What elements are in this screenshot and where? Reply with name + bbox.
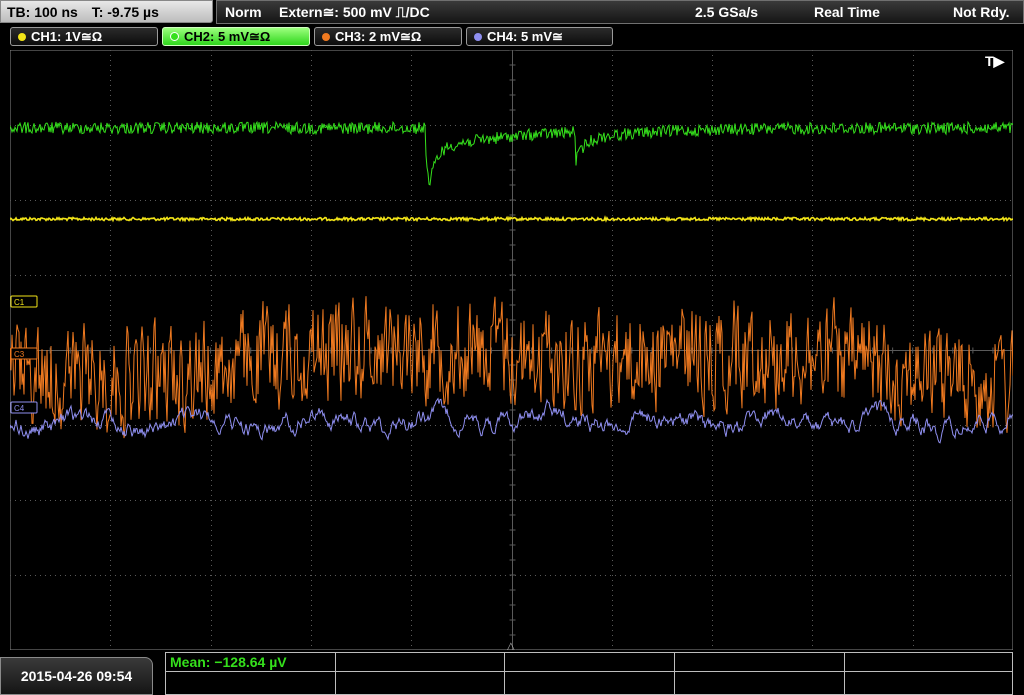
mean-measurement: Mean: −128.64 µV [170,654,287,670]
channel-bar: CH1: 1V≅Ω CH2: 5 mV≅Ω CH3: 2 mV≅Ω CH4: 5… [0,26,1024,48]
trigger-status: Not Rdy. [953,4,1010,20]
timestamp: 2015-04-26 09:54 [20,668,133,684]
timestamp-box: 2015-04-26 09:54 [0,657,153,695]
channel-3-marker-label: C3 [14,350,25,359]
channel-3-label: CH3: 2 mV≅Ω [335,29,422,44]
trigger-marker[interactable]: T▶ [985,53,1006,69]
channel-1-label: CH1: 1V≅Ω [31,29,103,44]
channel-1-offset-marker[interactable]: C1 [10,295,38,308]
channel-1-button[interactable]: CH1: 1V≅Ω [10,27,158,46]
channel-1-marker-label: C1 [14,298,25,307]
channel-4-button[interactable]: CH4: 5 mV≅ [466,27,613,46]
channel-3-offset-marker[interactable]: C3 [10,347,38,360]
trigger-mode: Norm [225,4,262,20]
trigger-time-label: T: -9.75 µs [91,4,159,20]
channel-4-offset-marker[interactable]: C4 [10,401,38,414]
top-bar: TB: 100 ns T: -9.75 µs Norm Extern≅: 500… [0,0,1024,26]
channel-3-button[interactable]: CH3: 2 mV≅Ω [314,27,462,46]
sample-rate: 2.5 GSa/s [695,4,759,20]
acquisition-mode: Real Time [814,4,880,20]
measurement-grid [165,652,1013,695]
channel-2-dot-icon [170,32,179,41]
timebase-box[interactable]: TB: 100 ns T: -9.75 µs [0,0,213,23]
measurement-table[interactable]: Mean: −128.64 µV [165,652,1013,695]
trigger-position-marker[interactable]: △ [507,641,515,650]
bottom-bar: 2015-04-26 09:54 Mean: −128.64 µV [0,652,1024,695]
channel-4-label: CH4: 5 mV≅ [487,29,563,44]
channel-3-dot-icon [322,33,330,41]
trigger-source: Extern≅: 500 mV ⎍/DC [279,4,430,20]
channel-2-label: CH2: 5 mV≅Ω [184,29,271,44]
channel-2-button[interactable]: CH2: 5 mV≅Ω [162,27,310,46]
channel-4-dot-icon [474,33,482,41]
trigger-status-bar[interactable]: Norm Extern≅: 500 mV ⎍/DC 2.5 GSa/s Real… [216,0,1024,24]
waveform-display[interactable]: T▶ C1 C3 C4 △ [10,50,1013,650]
timebase-label: TB: 100 ns [7,4,78,20]
channel-1-dot-icon [18,33,26,41]
channel-4-marker-label: C4 [14,404,25,413]
